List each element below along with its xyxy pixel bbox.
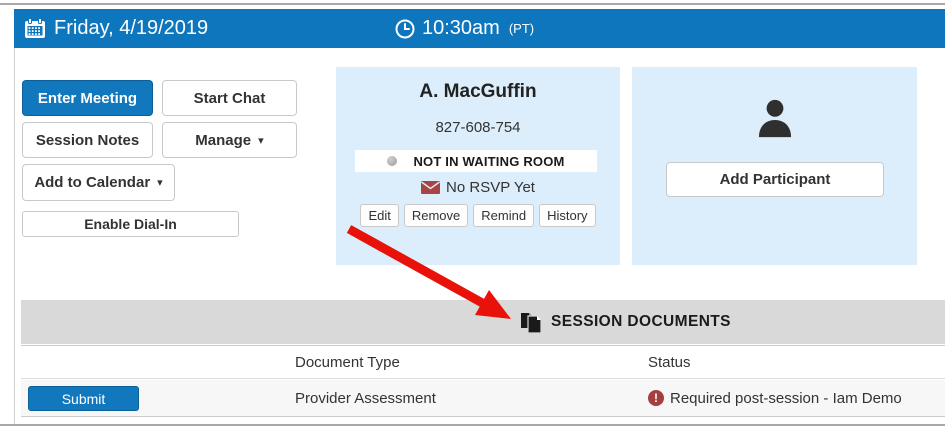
start-chat-button[interactable]: Start Chat (162, 80, 297, 116)
remind-button[interactable]: Remind (473, 204, 534, 227)
caret-down-icon: ▾ (157, 178, 163, 189)
waiting-room-status: NOT IN WAITING ROOM (355, 150, 597, 172)
session-header-bar: Friday, 4/19/2019 10:30am (PT) (14, 9, 945, 48)
waiting-room-status-label: NOT IN WAITING ROOM (413, 154, 564, 169)
rsvp-status-label: No RSVP Yet (446, 179, 535, 196)
add-to-calendar-dropdown-button[interactable]: Add to Calendar ▾ (22, 164, 175, 201)
manage-label: Manage (195, 132, 251, 149)
session-detail-panel: Friday, 4/19/2019 10:30am (PT) Enter Mee… (0, 0, 945, 434)
document-status-label: Required post-session - Iam Demo (670, 390, 902, 407)
top-divider (0, 3, 945, 5)
start-chat-label: Start Chat (194, 90, 266, 107)
participant-meeting-id: 827-608-754 (336, 119, 620, 136)
session-notes-label: Session Notes (36, 132, 139, 149)
rsvp-status: No RSVP Yet (336, 179, 620, 196)
column-document-type: Document Type (295, 346, 400, 378)
status-dot (387, 156, 397, 166)
enable-dial-in-button[interactable]: Enable Dial-In (22, 211, 239, 237)
participant-name: A. MacGuffin (336, 81, 620, 103)
session-documents-title: SESSION DOCUMENTS (551, 313, 731, 331)
add-participant-button[interactable]: Add Participant (666, 162, 884, 197)
participant-card: A. MacGuffin 827-608-754 NOT IN WAITING … (336, 67, 620, 265)
session-time-label: 10:30am (422, 17, 500, 40)
enter-meeting-button[interactable]: Enter Meeting (22, 80, 153, 116)
add-to-calendar-label: Add to Calendar (34, 174, 150, 191)
submit-button[interactable]: Submit (28, 386, 139, 411)
session-documents-header: SESSION DOCUMENTS (21, 300, 945, 344)
table-row: Submit Provider Assessment ! Required po… (21, 380, 945, 417)
envelope-icon (421, 181, 440, 194)
person-icon (632, 97, 917, 139)
session-notes-button[interactable]: Session Notes (22, 122, 153, 158)
enable-dial-in-label: Enable Dial-In (84, 216, 177, 232)
bottom-divider (0, 424, 945, 426)
clock-icon (395, 19, 415, 39)
enter-meeting-label: Enter Meeting (38, 90, 137, 107)
remove-button[interactable]: Remove (404, 204, 468, 227)
session-time: 10:30am (PT) (395, 9, 534, 48)
documents-table-header: Document Type Status (21, 345, 945, 379)
document-status: ! Required post-session - Iam Demo (648, 380, 902, 416)
history-button[interactable]: History (539, 204, 595, 227)
documents-icon (519, 312, 543, 333)
session-date-label: Friday, 4/19/2019 (54, 17, 208, 40)
manage-dropdown-button[interactable]: Manage ▾ (162, 122, 297, 158)
participant-actions: Edit Remove Remind History (336, 204, 620, 227)
session-date: Friday, 4/19/2019 (24, 9, 208, 48)
document-type-value: Provider Assessment (295, 380, 436, 416)
left-border (14, 48, 15, 425)
edit-button[interactable]: Edit (360, 204, 398, 227)
alert-icon: ! (648, 390, 664, 406)
caret-down-icon: ▾ (258, 136, 264, 147)
calendar-icon (24, 18, 46, 39)
column-status: Status (648, 346, 691, 378)
add-participant-label: Add Participant (720, 171, 831, 188)
session-timezone-label: (PT) (509, 21, 534, 36)
